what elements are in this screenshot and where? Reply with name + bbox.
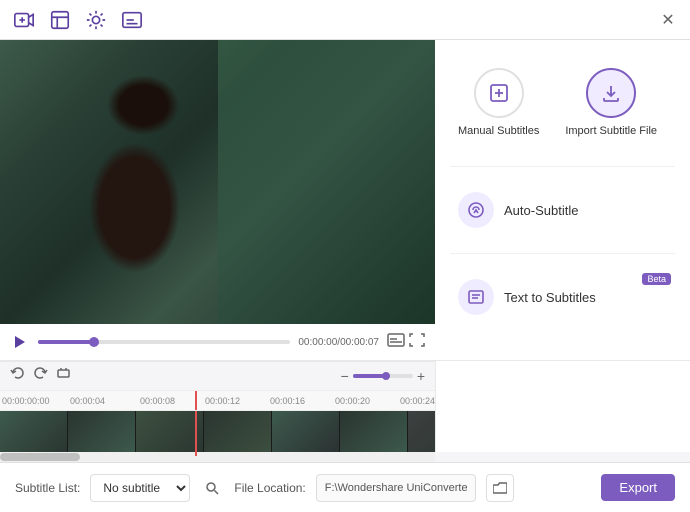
thumb-1 (0, 411, 68, 456)
clip-icon[interactable] (46, 6, 74, 34)
import-subtitle-label: Import Subtitle File (565, 124, 657, 138)
right-panel: Manual Subtitles Import Subtitle File (435, 40, 690, 360)
progress-thumb[interactable] (89, 337, 99, 347)
thumb-4 (204, 411, 272, 456)
left-section: 00:00:00/00:00:07 (0, 40, 435, 360)
undo-icon[interactable] (10, 366, 25, 386)
video-extra-icons (387, 333, 425, 352)
scroll-thumb[interactable] (0, 453, 80, 461)
divider-2 (450, 253, 675, 254)
folder-browse-button[interactable] (486, 474, 514, 502)
timeline-section: − + 00:00:00:00 00:00:04 00:00:08 00:00:… (0, 360, 435, 445)
top-toolbar: ✕ (0, 0, 690, 40)
time-20: 00:00:20 (335, 396, 370, 406)
zoom-controls: − + (341, 368, 425, 384)
zoom-out-icon[interactable]: − (341, 368, 349, 384)
divider-1 (450, 166, 675, 167)
playhead-ruler (195, 391, 197, 410)
search-subtitle-button[interactable] (200, 476, 224, 500)
right-timeline-filler (435, 360, 690, 452)
manual-subtitles-option[interactable]: Manual Subtitles (450, 60, 547, 146)
bottom-bar: Subtitle List: No subtitle File Location… (0, 462, 690, 512)
playhead-thumb (195, 411, 197, 456)
progress-bar[interactable] (38, 340, 290, 344)
auto-subtitle-label: Auto-Subtitle (504, 203, 578, 218)
time-16: 00:00:16 (270, 396, 305, 406)
export-button[interactable]: Export (601, 474, 675, 501)
subtitle-list-select[interactable]: No subtitle (90, 474, 190, 502)
close-button[interactable]: ✕ (656, 8, 680, 32)
play-button[interactable] (10, 332, 30, 352)
time-0: 00:00:00:00 (2, 396, 50, 406)
thumb-7 (408, 411, 435, 456)
subtitle-icon[interactable] (118, 6, 146, 34)
time-4: 00:00:04 (70, 396, 105, 406)
text-to-subtitle-row[interactable]: Beta Text to Subtitles (450, 269, 675, 325)
progress-fill (38, 340, 94, 344)
auto-subtitle-row[interactable]: Auto-Subtitle (450, 182, 675, 238)
fullscreen-icon[interactable] (409, 333, 425, 352)
time-8: 00:00:08 (140, 396, 175, 406)
fit-icon[interactable] (56, 366, 71, 386)
file-path-input[interactable] (316, 474, 476, 502)
video-area (0, 40, 435, 324)
subtitle-toggle-icon[interactable] (387, 333, 405, 352)
content-area: 00:00:00/00:00:07 (0, 40, 690, 360)
thumbnail-strip (0, 411, 435, 456)
import-subtitle-icon-wrap (586, 68, 636, 118)
subtitle-options: Manual Subtitles Import Subtitle File (450, 60, 675, 146)
video-add-icon[interactable] (10, 6, 38, 34)
import-subtitle-option[interactable]: Import Subtitle File (557, 60, 665, 146)
text-to-subtitle-label: Text to Subtitles (504, 290, 596, 305)
thumbnail-row (0, 411, 435, 456)
text-to-subtitle-icon (458, 279, 494, 315)
app-window: ✕ (0, 0, 690, 512)
time-ruler: 00:00:00:00 00:00:04 00:00:08 00:00:12 0… (0, 391, 435, 411)
thumb-3 (136, 411, 204, 456)
time-12: 00:00:12 (205, 396, 240, 406)
thumb-5 (272, 411, 340, 456)
zoom-bar[interactable] (353, 374, 413, 378)
manual-subtitle-icon-wrap (474, 68, 524, 118)
zoom-in-icon[interactable]: + (417, 368, 425, 384)
manual-subtitle-label: Manual Subtitles (458, 124, 539, 138)
auto-subtitle-icon (458, 192, 494, 228)
zoom-thumb (382, 372, 390, 380)
subtitle-list-label: Subtitle List: (15, 481, 80, 495)
beta-badge: Beta (642, 273, 671, 285)
thumb-2 (68, 411, 136, 456)
thumb-6 (340, 411, 408, 456)
time-24: 00:00:24 (400, 396, 435, 406)
video-frame (0, 40, 435, 324)
file-location-label: File Location: (234, 481, 305, 495)
effects-icon[interactable] (82, 6, 110, 34)
scroll-area[interactable] (0, 452, 435, 462)
video-controls-bar: 00:00:00/00:00:07 (0, 324, 435, 360)
time-display: 00:00:00/00:00:07 (298, 337, 379, 348)
timeline-toolbar: − + (0, 361, 435, 391)
redo-icon[interactable] (33, 366, 48, 386)
